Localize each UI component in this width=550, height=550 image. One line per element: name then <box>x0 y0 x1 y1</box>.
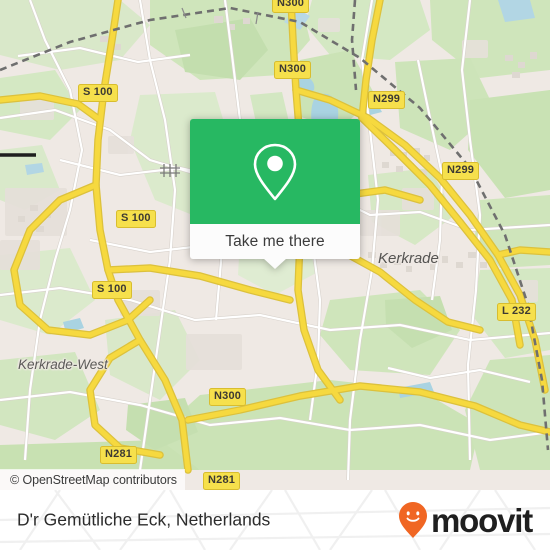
take-me-there-label: Take me there <box>225 232 325 250</box>
road-shield-s100-lower: S 100 <box>92 281 132 299</box>
destination-callout-card[interactable]: Take me there <box>190 119 360 270</box>
footer-bar: D'r Gemütliche Eck, Netherlands moovit <box>0 490 550 550</box>
road-shield-s100-mid: S 100 <box>116 210 156 228</box>
road-shield-n281-bottom: N281 <box>203 472 241 490</box>
osm-attribution[interactable]: © OpenStreetMap contributors <box>0 469 185 490</box>
callout-pin-panel <box>190 119 360 224</box>
road-shield-n299-upper: N299 <box>368 91 406 109</box>
moovit-smiley-pin-icon <box>399 502 428 538</box>
callout-pointer <box>263 258 287 270</box>
road-shield-n300-top: N300 <box>272 0 310 13</box>
map-pin-icon <box>253 143 297 200</box>
location-title: D'r Gemütliche Eck, Netherlands <box>17 509 271 530</box>
moovit-map-share-page: Kerkrade Kerkrade-West N300 N300 N299 N2… <box>0 0 550 550</box>
road-shield-n299-right: N299 <box>442 162 480 180</box>
road-shield-n281: N281 <box>100 446 138 464</box>
moovit-wordmark: moovit <box>431 501 533 539</box>
road-shield-n300-lower: N300 <box>209 388 247 406</box>
callout-action-panel[interactable]: Take me there <box>190 224 360 259</box>
moovit-brand[interactable]: moovit <box>398 501 533 539</box>
road-shield-s100-top: S 100 <box>78 84 118 102</box>
road-shield-n300-upper: N300 <box>274 61 312 79</box>
road-shield-l232: L 232 <box>497 303 536 321</box>
